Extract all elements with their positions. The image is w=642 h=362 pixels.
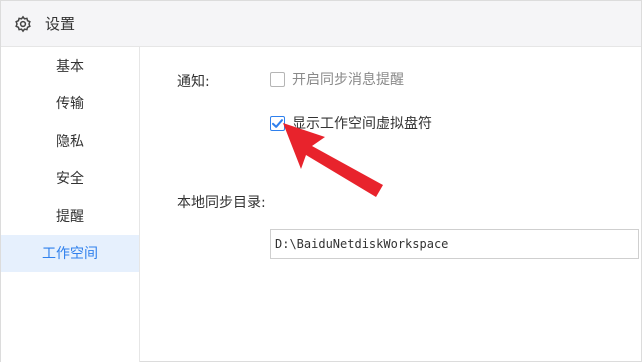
sidebar-item-workspace[interactable]: 工作空间: [1, 234, 139, 272]
window-title: 设置: [45, 15, 76, 33]
settings-window: 设置 基本 传输 隐私 安全 提醒 工作空间 通知: 开启同步消息提醒 显示工作…: [0, 0, 642, 362]
local-sync-directory-input[interactable]: [270, 229, 639, 259]
sync-message-reminder-checkbox[interactable]: [270, 71, 285, 87]
sidebar-item-privacy[interactable]: 隐私: [1, 122, 139, 160]
sync-message-reminder-option[interactable]: 开启同步消息提醒: [270, 69, 404, 89]
local-sync-directory-label: 本地同步目录:: [177, 195, 266, 211]
workspace-virtual-drive-checkbox[interactable]: [270, 115, 285, 131]
sidebar-item-label: 隐私: [56, 133, 84, 150]
sidebar-item-label: 传输: [56, 96, 84, 113]
sync-message-reminder-label: 开启同步消息提醒: [292, 72, 404, 88]
sidebar-item-label: 提醒: [56, 208, 84, 225]
sidebar-item-reminder[interactable]: 提醒: [1, 197, 139, 235]
settings-sidebar: 基本 传输 隐私 安全 提醒 工作空间: [1, 47, 140, 362]
settings-content: 通知: 开启同步消息提醒 显示工作空间虚拟盘符 本地同步目录:: [140, 47, 642, 362]
sidebar-item-security[interactable]: 安全: [1, 160, 139, 198]
sidebar-item-label: 安全: [56, 171, 84, 188]
title-bar: 设置: [1, 1, 641, 47]
gear-icon: [13, 14, 33, 34]
workspace-virtual-drive-option[interactable]: 显示工作空间虚拟盘符: [270, 113, 432, 133]
notify-label: 通知:: [177, 74, 210, 90]
sidebar-item-label: 工作空间: [42, 246, 98, 263]
sidebar-item-transfer[interactable]: 传输: [1, 85, 139, 123]
sidebar-item-label: 基本: [56, 58, 84, 75]
sidebar-item-basic[interactable]: 基本: [1, 47, 139, 85]
checkmark-icon: [272, 118, 283, 128]
workspace-virtual-drive-label: 显示工作空间虚拟盘符: [292, 116, 432, 132]
